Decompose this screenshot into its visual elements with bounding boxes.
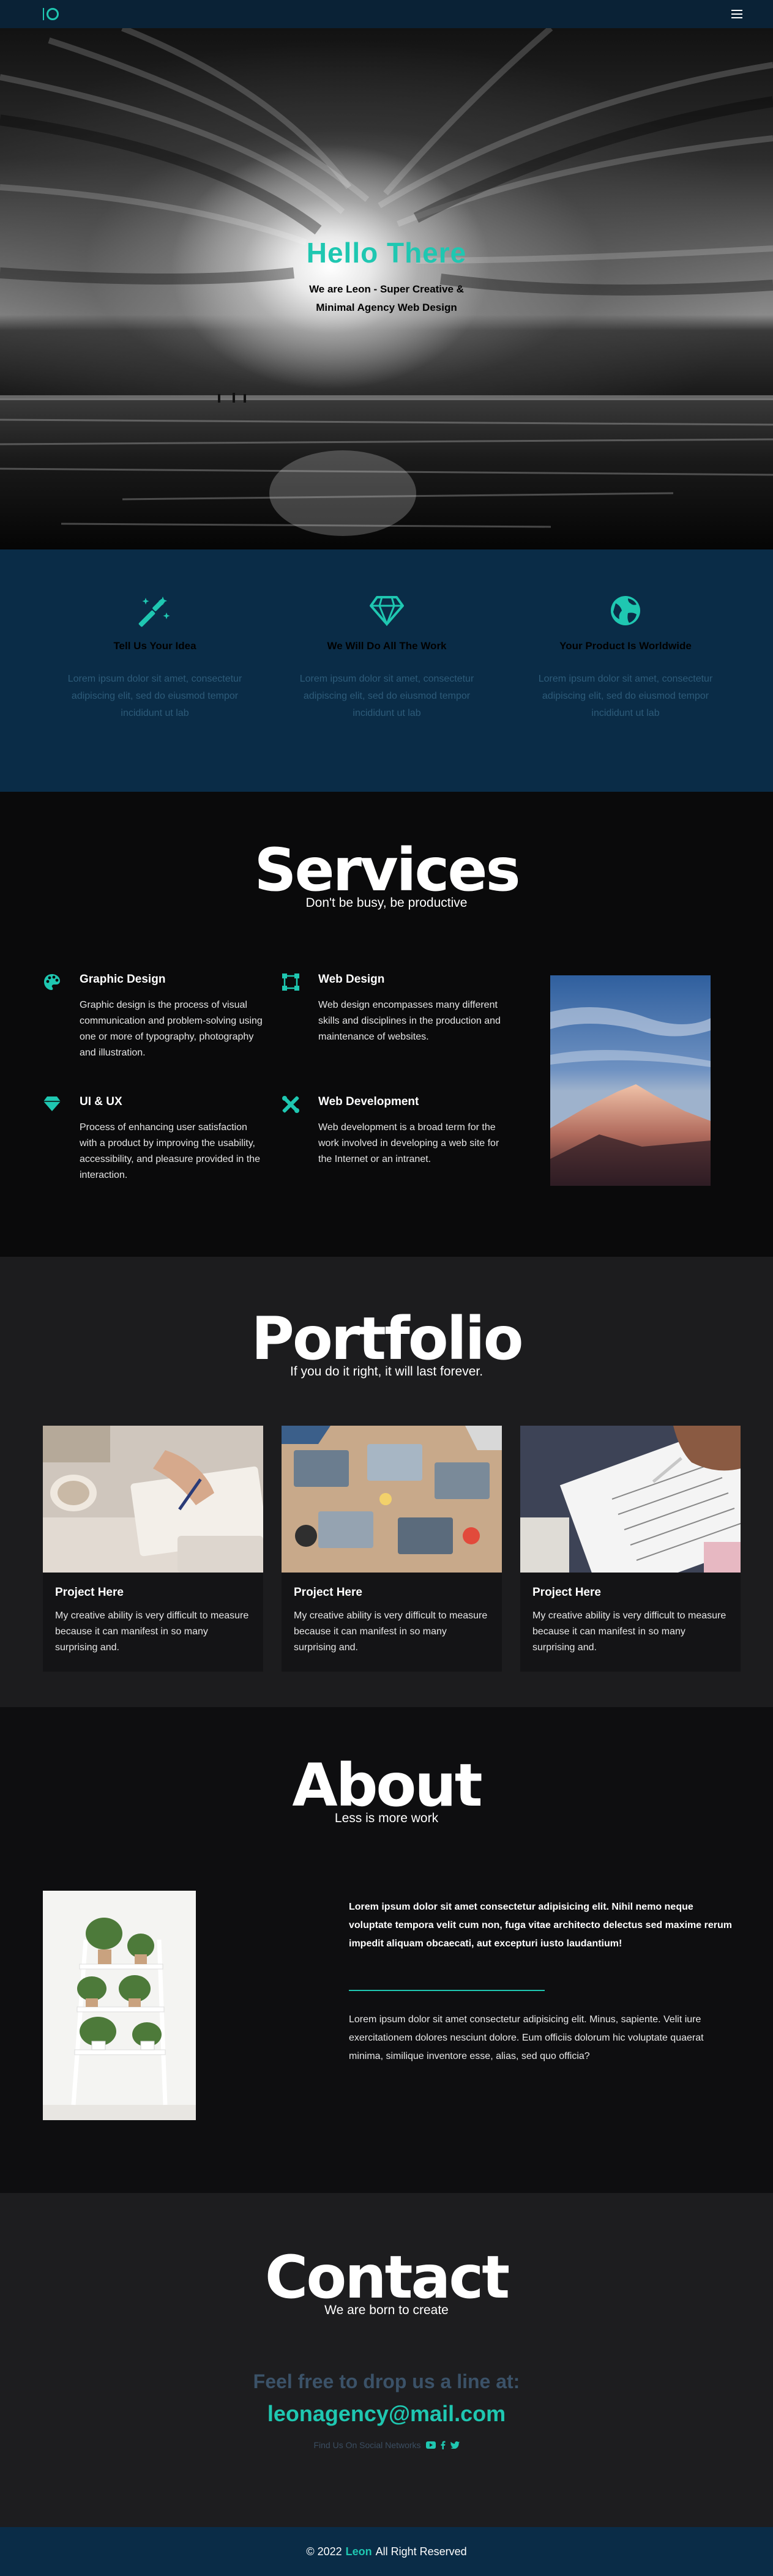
portfolio-image-writing <box>43 1426 263 1573</box>
hamburger-icon[interactable] <box>731 10 742 18</box>
social-networks: Find Us On Social Networks <box>0 2440 773 2450</box>
plants-shelf-image <box>43 1891 196 2120</box>
footer-rights: All Right Reserved <box>375 2545 467 2558</box>
section-title: Portfolio <box>251 1305 523 1373</box>
logo-bar <box>43 8 44 20</box>
section-title: Contact <box>264 2243 510 2312</box>
logo-ring <box>47 8 59 20</box>
navbar <box>0 0 773 28</box>
services-section: Services Don't be busy, be productive Gr… <box>0 792 773 1257</box>
facebook-icon[interactable] <box>441 2441 446 2449</box>
feature-card: Tell Us Your Idea Lorem ipsum dolor sit … <box>54 592 256 722</box>
magic-wand-icon <box>136 592 173 629</box>
diamond-icon <box>368 592 405 629</box>
card-text: My creative ability is very difficult to… <box>55 1610 249 1653</box>
card-title: Project Here <box>55 1586 124 1599</box>
services-heading: Services Don't be busy, be productive <box>0 841 773 910</box>
service-text: Graphic design is the process of visual … <box>80 1000 263 1058</box>
footer-brand[interactable]: Leon <box>346 2545 372 2558</box>
about-divider <box>349 1990 545 1991</box>
about-highlight-text: Lorem ipsum dolor sit amet consectetur a… <box>349 1902 732 1949</box>
section-title: About <box>292 1751 482 1820</box>
hero-text: Hello There We are Leon - Super Creative… <box>0 236 773 317</box>
contact-heading: Contact We are born to create <box>0 2248 773 2318</box>
portfolio-image-form <box>520 1426 741 1573</box>
feature-text: Lorem ipsum dolor sit amet, consectetur … <box>299 674 474 718</box>
globe-icon <box>607 592 644 629</box>
about-heading: About Less is more work <box>0 1756 773 1826</box>
card-title: Project Here <box>294 1586 362 1599</box>
service-title: UI & UX <box>80 1095 122 1108</box>
contact-prompt: Feel free to drop us a line at: <box>253 2370 520 2392</box>
feature-title: We Will Do All The Work <box>327 640 447 652</box>
section-subtitle: Don't be busy, be productive <box>305 896 468 910</box>
feature-text: Lorem ipsum dolor sit amet, consectetur … <box>538 674 713 718</box>
footer-copyright: © 2022 <box>306 2545 342 2558</box>
portfolio-card[interactable]: Project Here My creative ability is very… <box>520 1426 741 1672</box>
palette-icon <box>43 973 62 992</box>
features-section: Tell Us Your Idea Lorem ipsum dolor sit … <box>0 549 773 792</box>
service-text: Web design encompasses many different sk… <box>318 1000 501 1042</box>
tools-icon <box>282 1095 301 1115</box>
card-text: My creative ability is very difficult to… <box>532 1610 726 1653</box>
hero-section: Hello There We are Leon - Super Creative… <box>0 28 773 549</box>
feature-card: Your Product Is Worldwide Lorem ipsum do… <box>525 592 726 722</box>
portfolio-section: Portfolio If you do it right, it will la… <box>0 1257 773 1707</box>
hamburger-line <box>731 13 742 15</box>
about-section: About Less is more work Lorem ipsum dolo… <box>0 1707 773 2193</box>
service-text: Web development is a broad term for the … <box>318 1122 499 1164</box>
section-subtitle: Less is more work <box>334 1811 439 1825</box>
card-title: Project Here <box>532 1586 601 1599</box>
hero-title: Hello There <box>306 237 467 269</box>
vector-square-icon <box>282 973 301 992</box>
feature-title: Your Product Is Worldwide <box>559 640 692 652</box>
portfolio-image-team <box>282 1426 502 1573</box>
twitter-icon[interactable] <box>450 2441 460 2449</box>
hero-subtitle: We are Leon - Super Creative & Minimal A… <box>309 283 464 313</box>
service-title: Graphic Design <box>80 973 166 986</box>
service-title: Web Design <box>318 973 385 986</box>
social-label: Find Us On Social Networks <box>313 2440 421 2450</box>
gem-icon <box>43 1095 62 1115</box>
contact-email-link[interactable]: leonagency@mail.com <box>0 2401 773 2427</box>
portfolio-card[interactable]: Project Here My creative ability is very… <box>43 1426 263 1672</box>
contact-section: Contact We are born to create Feel free … <box>0 2193 773 2527</box>
hamburger-line <box>731 17 742 18</box>
section-subtitle: If you do it right, it will last forever… <box>289 1364 484 1379</box>
section-title: Services <box>254 836 520 904</box>
logo-ring-icon[interactable] <box>43 8 59 20</box>
portfolio-heading: Portfolio If you do it right, it will la… <box>0 1309 773 1379</box>
feature-text: Lorem ipsum dolor sit amet, consectetur … <box>67 674 242 718</box>
footer: © 2022 Leon All Right Reserved <box>0 2527 773 2576</box>
feature-card: We Will Do All The Work Lorem ipsum dolo… <box>286 592 488 722</box>
about-body-text: Lorem ipsum dolor sit amet consectetur a… <box>349 2014 704 2061</box>
portfolio-card[interactable]: Project Here My creative ability is very… <box>282 1426 502 1672</box>
feature-title: Tell Us Your Idea <box>113 640 196 652</box>
youtube-icon[interactable] <box>425 2441 436 2449</box>
card-text: My creative ability is very difficult to… <box>294 1610 488 1653</box>
mountain-image <box>550 975 711 1186</box>
hamburger-line <box>731 10 742 11</box>
section-subtitle: We are born to create <box>324 2303 449 2317</box>
service-text: Process of enhancing user satisfaction w… <box>80 1122 260 1180</box>
service-title: Web Development <box>318 1095 419 1108</box>
